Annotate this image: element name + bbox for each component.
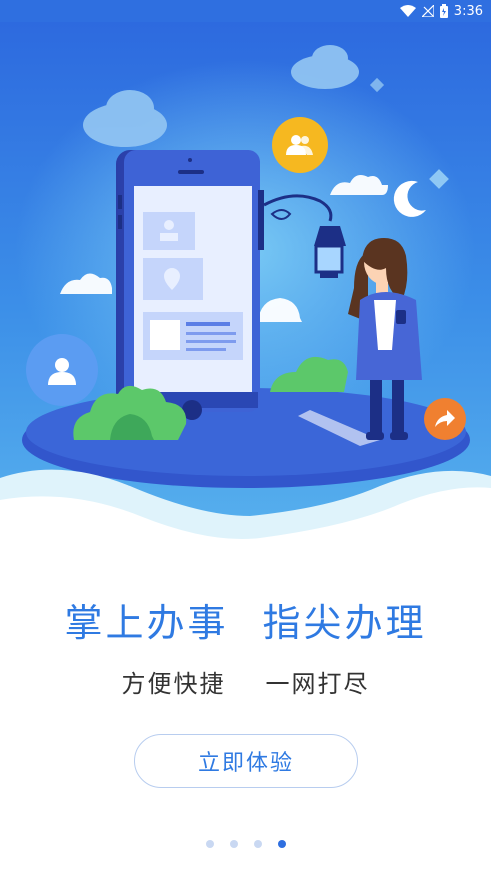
headline: 掌上办事 指尖办理 <box>0 592 491 647</box>
page-indicator <box>0 838 491 850</box>
share-arrow-icon[interactable] <box>424 398 466 440</box>
subline: 方便快捷 一网打尽 <box>0 664 491 699</box>
user-icon <box>26 334 98 406</box>
wifi-icon <box>399 5 416 17</box>
signal-off-icon <box>421 5 434 17</box>
page-dot[interactable] <box>253 840 262 848</box>
hero-illustration <box>0 0 491 560</box>
headline-part1: 掌上办事 <box>64 601 229 645</box>
try-now-button[interactable]: 立即体验 <box>134 734 358 788</box>
subline-part2: 一网打尽 <box>265 670 370 698</box>
subline-part1: 方便快捷 <box>121 670 226 698</box>
page-dot-active[interactable] <box>277 840 286 848</box>
status-bar: 3:36 <box>0 0 491 22</box>
group-icon <box>272 117 328 173</box>
page-dot[interactable] <box>205 840 214 848</box>
headline-part2: 指尖办理 <box>262 601 427 645</box>
status-time: 3:36 <box>453 3 483 19</box>
page-dot[interactable] <box>229 840 238 848</box>
battery-icon <box>439 4 448 18</box>
